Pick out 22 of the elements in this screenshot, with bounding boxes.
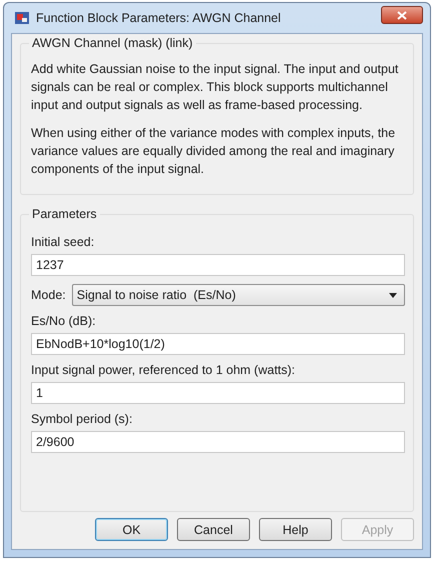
dropdown-arrow-icon: [389, 292, 397, 298]
text-field[interactable]: 2/9600: [31, 431, 405, 453]
field-label: Es/No (dB):: [31, 314, 97, 328]
block-icon: [14, 10, 30, 26]
window-title: Function Block Parameters: AWGN Channel: [36, 11, 282, 25]
group-title: Parameters: [31, 207, 98, 221]
field-label: Input signal power, referenced to 1 ohm (watts):: [31, 363, 296, 377]
close-icon: [397, 10, 407, 20]
description-text: When using either of the variance modes with complex inputs, the variance values are equally divided among the real and imaginary components of the input signal.: [31, 125, 396, 178]
field-label: Mode:: [31, 288, 66, 302]
text-field[interactable]: 1: [31, 382, 405, 404]
text-field[interactable]: EbNodB+10*log10(1/2): [31, 333, 405, 355]
dialog-button[interactable]: Help: [259, 518, 332, 541]
dialog-button[interactable]: Cancel: [177, 518, 250, 541]
field-label: Initial seed:: [31, 235, 96, 249]
mode-dropdown[interactable]: Signal to noise ratio (Es/No): [72, 284, 405, 306]
group-title: AWGN Channel (mask) (link): [31, 36, 194, 50]
close-button[interactable]: [381, 6, 423, 24]
dialog-button[interactable]: OK: [95, 518, 168, 541]
text-field[interactable]: 1237: [31, 254, 405, 276]
description-text: Add white Gaussian noise to the input signal. The input and output signals can be real or complex. This block supports multichannel input and output signals as well as frame-based processing.: [31, 61, 400, 114]
field-label: Symbol period (s):: [31, 412, 134, 426]
